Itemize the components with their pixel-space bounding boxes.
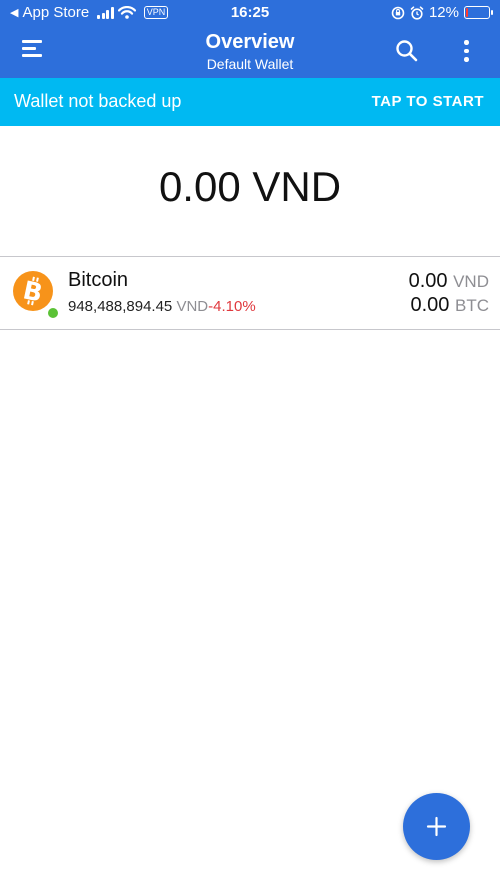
battery-percent: 12% — [428, 4, 459, 21]
orientation-lock-icon — [391, 6, 405, 19]
top-bar: ◀ App Store VPN 16:25 12% Overview Defau… — [0, 0, 500, 78]
crypto-balance-value: 0.00 — [410, 294, 450, 316]
tap-to-start-button[interactable]: TAP TO START — [372, 93, 484, 110]
asset-price: 948,488,894.45 VND-4.10% — [68, 298, 256, 315]
asset-row-bitcoin[interactable]: B Bitcoin 948,488,894.45 VND-4.10% 0.00 … — [0, 257, 500, 329]
add-asset-button[interactable] — [403, 793, 470, 860]
battery-icon — [464, 6, 493, 19]
more-options-button[interactable] — [458, 38, 474, 64]
bitcoin-icon: B — [13, 271, 53, 311]
asset-fiat-balance: 0.00 VND — [409, 270, 489, 293]
plus-icon — [426, 816, 447, 837]
divider — [0, 329, 500, 330]
fiat-balance-unit: VND — [453, 272, 489, 291]
backup-banner[interactable]: Wallet not backed up TAP TO START — [0, 78, 500, 126]
wallet-name[interactable]: Default Wallet — [0, 56, 500, 72]
total-balance: 0.00 VND — [158, 163, 342, 210]
asset-price-currency: VND — [176, 298, 209, 315]
asset-price-value: 948,488,894.45 — [68, 298, 173, 315]
online-status-dot — [47, 307, 59, 319]
status-bar: ◀ App Store VPN 16:25 12% — [0, 0, 500, 26]
page-title: Overview — [205, 31, 295, 53]
crypto-balance-unit: BTC — [455, 296, 489, 315]
status-right: 12% — [391, 4, 493, 21]
battery-level-fill — [466, 8, 468, 17]
backup-warning-text: Wallet not backed up — [14, 91, 182, 111]
alarm-icon — [410, 5, 424, 20]
fiat-balance-value: 0.00 — [408, 270, 448, 292]
asset-price-change: -4.10% — [208, 298, 256, 315]
search-icon — [396, 40, 418, 62]
search-button[interactable] — [394, 38, 420, 64]
asset-crypto-balance: 0.00 BTC — [411, 294, 490, 317]
asset-name: Bitcoin — [68, 269, 129, 291]
